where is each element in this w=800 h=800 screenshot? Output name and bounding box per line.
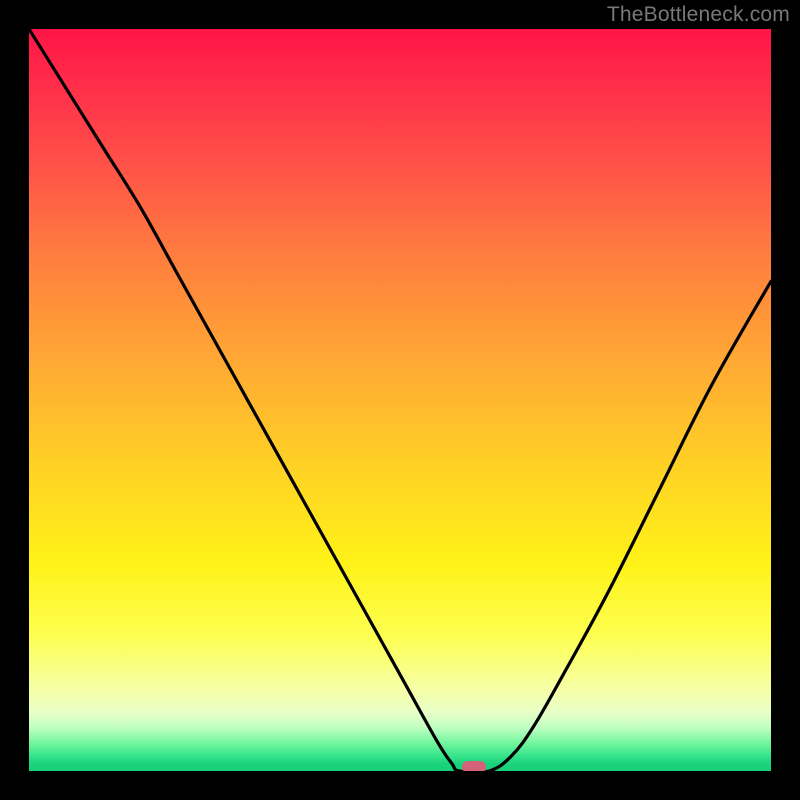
optimal-point-marker [462,761,486,771]
plot-area [29,29,771,771]
bottleneck-curve [29,29,771,771]
watermark-label: TheBottleneck.com [607,3,790,27]
chart-frame: TheBottleneck.com [0,0,800,800]
